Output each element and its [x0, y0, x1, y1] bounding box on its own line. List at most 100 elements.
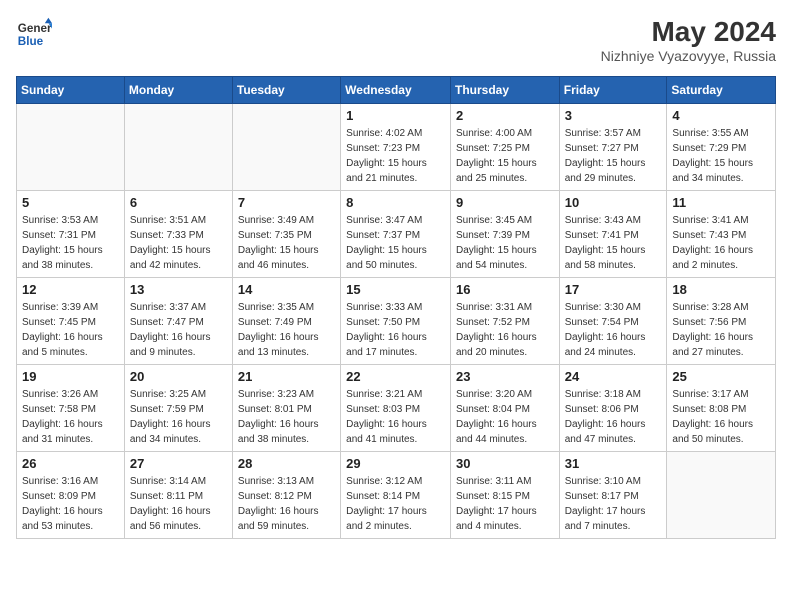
day-number: 10	[565, 195, 662, 210]
day-number: 19	[22, 369, 119, 384]
day-info: Sunrise: 3:13 AM Sunset: 8:12 PM Dayligh…	[238, 474, 335, 534]
day-number: 5	[22, 195, 119, 210]
day-info: Sunrise: 3:12 AM Sunset: 8:14 PM Dayligh…	[346, 474, 445, 534]
calendar-cell: 18Sunrise: 3:28 AM Sunset: 7:56 PM Dayli…	[667, 278, 776, 365]
header-day: Tuesday	[232, 77, 340, 104]
calendar-cell	[17, 104, 125, 191]
calendar-cell: 15Sunrise: 3:33 AM Sunset: 7:50 PM Dayli…	[341, 278, 451, 365]
day-info: Sunrise: 4:00 AM Sunset: 7:25 PM Dayligh…	[456, 126, 554, 186]
calendar-table: SundayMondayTuesdayWednesdayThursdayFrid…	[16, 76, 776, 539]
calendar-cell: 8 Sunrise: 3:47 AM Sunset: 7:37 PM Daylig…	[341, 191, 451, 278]
day-number: 22	[346, 369, 445, 384]
day-info: Sunrise: 3:18 AM Sunset: 8:06 PM Dayligh…	[565, 387, 662, 447]
calendar-cell: 9Sunrise: 3:45 AM Sunset: 7:39 PM Daylig…	[450, 191, 559, 278]
calendar-cell: 21 Sunrise: 3:23 AM Sunset: 8:01 PM Dayli…	[232, 365, 340, 452]
calendar-cell: 16 Sunrise: 3:31 AM Sunset: 7:52 PM Dayli…	[450, 278, 559, 365]
header-day: Wednesday	[341, 77, 451, 104]
day-info: Sunrise: 3:41 AM Sunset: 7:43 PM Dayligh…	[672, 213, 770, 273]
calendar-cell: 7 Sunrise: 3:49 AM Sunset: 7:35 PM Daylig…	[232, 191, 340, 278]
calendar-cell: 3Sunrise: 3:57 AM Sunset: 7:27 PM Daylig…	[559, 104, 667, 191]
day-number: 28	[238, 456, 335, 471]
month-year: May 2024	[601, 16, 776, 48]
day-number: 18	[672, 282, 770, 297]
header-day: Friday	[559, 77, 667, 104]
day-number: 15	[346, 282, 445, 297]
day-number: 26	[22, 456, 119, 471]
header-day: Thursday	[450, 77, 559, 104]
day-number: 6	[130, 195, 227, 210]
calendar-cell	[667, 452, 776, 539]
calendar-cell: 10 Sunrise: 3:43 AM Sunset: 7:41 PM Dayli…	[559, 191, 667, 278]
day-info: Sunrise: 3:31 AM Sunset: 7:52 PM Dayligh…	[456, 300, 554, 360]
calendar-cell: 17 Sunrise: 3:30 AM Sunset: 7:54 PM Dayli…	[559, 278, 667, 365]
calendar-cell: 20Sunrise: 3:25 AM Sunset: 7:59 PM Dayli…	[124, 365, 232, 452]
calendar-cell: 27Sunrise: 3:14 AM Sunset: 8:11 PM Dayli…	[124, 452, 232, 539]
day-number: 17	[565, 282, 662, 297]
day-number: 16	[456, 282, 554, 297]
calendar-cell: 13Sunrise: 3:37 AM Sunset: 7:47 PM Dayli…	[124, 278, 232, 365]
day-number: 12	[22, 282, 119, 297]
day-info: Sunrise: 3:37 AM Sunset: 7:47 PM Dayligh…	[130, 300, 227, 360]
day-info: Sunrise: 3:11 AM Sunset: 8:15 PM Dayligh…	[456, 474, 554, 534]
header-row: SundayMondayTuesdayWednesdayThursdayFrid…	[17, 77, 776, 104]
calendar-week-row: 5 Sunrise: 3:53 AM Sunset: 7:31 PM Daylig…	[17, 191, 776, 278]
location: Nizhniye Vyazovyye, Russia	[601, 48, 776, 64]
day-number: 1	[346, 108, 445, 123]
header-day: Monday	[124, 77, 232, 104]
day-info: Sunrise: 3:49 AM Sunset: 7:35 PM Dayligh…	[238, 213, 335, 273]
calendar-cell	[232, 104, 340, 191]
calendar-cell: 19 Sunrise: 3:26 AM Sunset: 7:58 PM Dayli…	[17, 365, 125, 452]
day-info: Sunrise: 3:55 AM Sunset: 7:29 PM Dayligh…	[672, 126, 770, 186]
calendar-week-row: 12 Sunrise: 3:39 AM Sunset: 7:45 PM Dayli…	[17, 278, 776, 365]
calendar-cell: 24Sunrise: 3:18 AM Sunset: 8:06 PM Dayli…	[559, 365, 667, 452]
day-number: 21	[238, 369, 335, 384]
day-info: Sunrise: 3:26 AM Sunset: 7:58 PM Dayligh…	[22, 387, 119, 447]
calendar-cell: 14Sunrise: 3:35 AM Sunset: 7:49 PM Dayli…	[232, 278, 340, 365]
day-number: 2	[456, 108, 554, 123]
day-info: Sunrise: 3:53 AM Sunset: 7:31 PM Dayligh…	[22, 213, 119, 273]
day-number: 8	[346, 195, 445, 210]
calendar-cell: 6 Sunrise: 3:51 AM Sunset: 7:33 PM Daylig…	[124, 191, 232, 278]
day-number: 23	[456, 369, 554, 384]
day-number: 7	[238, 195, 335, 210]
calendar-cell: 26 Sunrise: 3:16 AM Sunset: 8:09 PM Dayli…	[17, 452, 125, 539]
day-number: 11	[672, 195, 770, 210]
day-info: Sunrise: 3:51 AM Sunset: 7:33 PM Dayligh…	[130, 213, 227, 273]
calendar-cell	[124, 104, 232, 191]
day-info: Sunrise: 3:57 AM Sunset: 7:27 PM Dayligh…	[565, 126, 662, 186]
day-number: 20	[130, 369, 227, 384]
day-info: Sunrise: 3:43 AM Sunset: 7:41 PM Dayligh…	[565, 213, 662, 273]
svg-text:Blue: Blue	[18, 35, 44, 48]
day-number: 4	[672, 108, 770, 123]
calendar-cell: 31 Sunrise: 3:10 AM Sunset: 8:17 PM Dayli…	[559, 452, 667, 539]
day-number: 29	[346, 456, 445, 471]
day-number: 25	[672, 369, 770, 384]
day-info: Sunrise: 3:23 AM Sunset: 8:01 PM Dayligh…	[238, 387, 335, 447]
calendar-cell: 29 Sunrise: 3:12 AM Sunset: 8:14 PM Dayli…	[341, 452, 451, 539]
day-info: Sunrise: 3:16 AM Sunset: 8:09 PM Dayligh…	[22, 474, 119, 534]
calendar-cell: 28 Sunrise: 3:13 AM Sunset: 8:12 PM Dayli…	[232, 452, 340, 539]
calendar-week-row: 19 Sunrise: 3:26 AM Sunset: 7:58 PM Dayli…	[17, 365, 776, 452]
calendar-week-row: 26 Sunrise: 3:16 AM Sunset: 8:09 PM Dayli…	[17, 452, 776, 539]
calendar-cell: 11 Sunrise: 3:41 AM Sunset: 7:43 PM Dayli…	[667, 191, 776, 278]
day-number: 31	[565, 456, 662, 471]
calendar-week-row: 1Sunrise: 4:02 AM Sunset: 7:23 PM Daylig…	[17, 104, 776, 191]
day-info: Sunrise: 3:10 AM Sunset: 8:17 PM Dayligh…	[565, 474, 662, 534]
day-info: Sunrise: 3:17 AM Sunset: 8:08 PM Dayligh…	[672, 387, 770, 447]
day-info: Sunrise: 3:30 AM Sunset: 7:54 PM Dayligh…	[565, 300, 662, 360]
header-day: Saturday	[667, 77, 776, 104]
day-info: Sunrise: 3:39 AM Sunset: 7:45 PM Dayligh…	[22, 300, 119, 360]
svg-text:General: General	[18, 22, 52, 35]
day-info: Sunrise: 3:21 AM Sunset: 8:03 PM Dayligh…	[346, 387, 445, 447]
calendar-cell: 2 Sunrise: 4:00 AM Sunset: 7:25 PM Daylig…	[450, 104, 559, 191]
logo-icon: General Blue	[16, 16, 52, 52]
calendar-cell: 12 Sunrise: 3:39 AM Sunset: 7:45 PM Dayli…	[17, 278, 125, 365]
page-header: General Blue May 2024 Nizhniye Vyazovyye…	[16, 16, 776, 64]
day-info: Sunrise: 3:47 AM Sunset: 7:37 PM Dayligh…	[346, 213, 445, 273]
calendar-cell: 23Sunrise: 3:20 AM Sunset: 8:04 PM Dayli…	[450, 365, 559, 452]
calendar-header: SundayMondayTuesdayWednesdayThursdayFrid…	[17, 77, 776, 104]
day-number: 27	[130, 456, 227, 471]
logo: General Blue	[16, 16, 52, 52]
calendar-cell: 1Sunrise: 4:02 AM Sunset: 7:23 PM Daylig…	[341, 104, 451, 191]
title-block: May 2024 Nizhniye Vyazovyye, Russia	[601, 16, 776, 64]
